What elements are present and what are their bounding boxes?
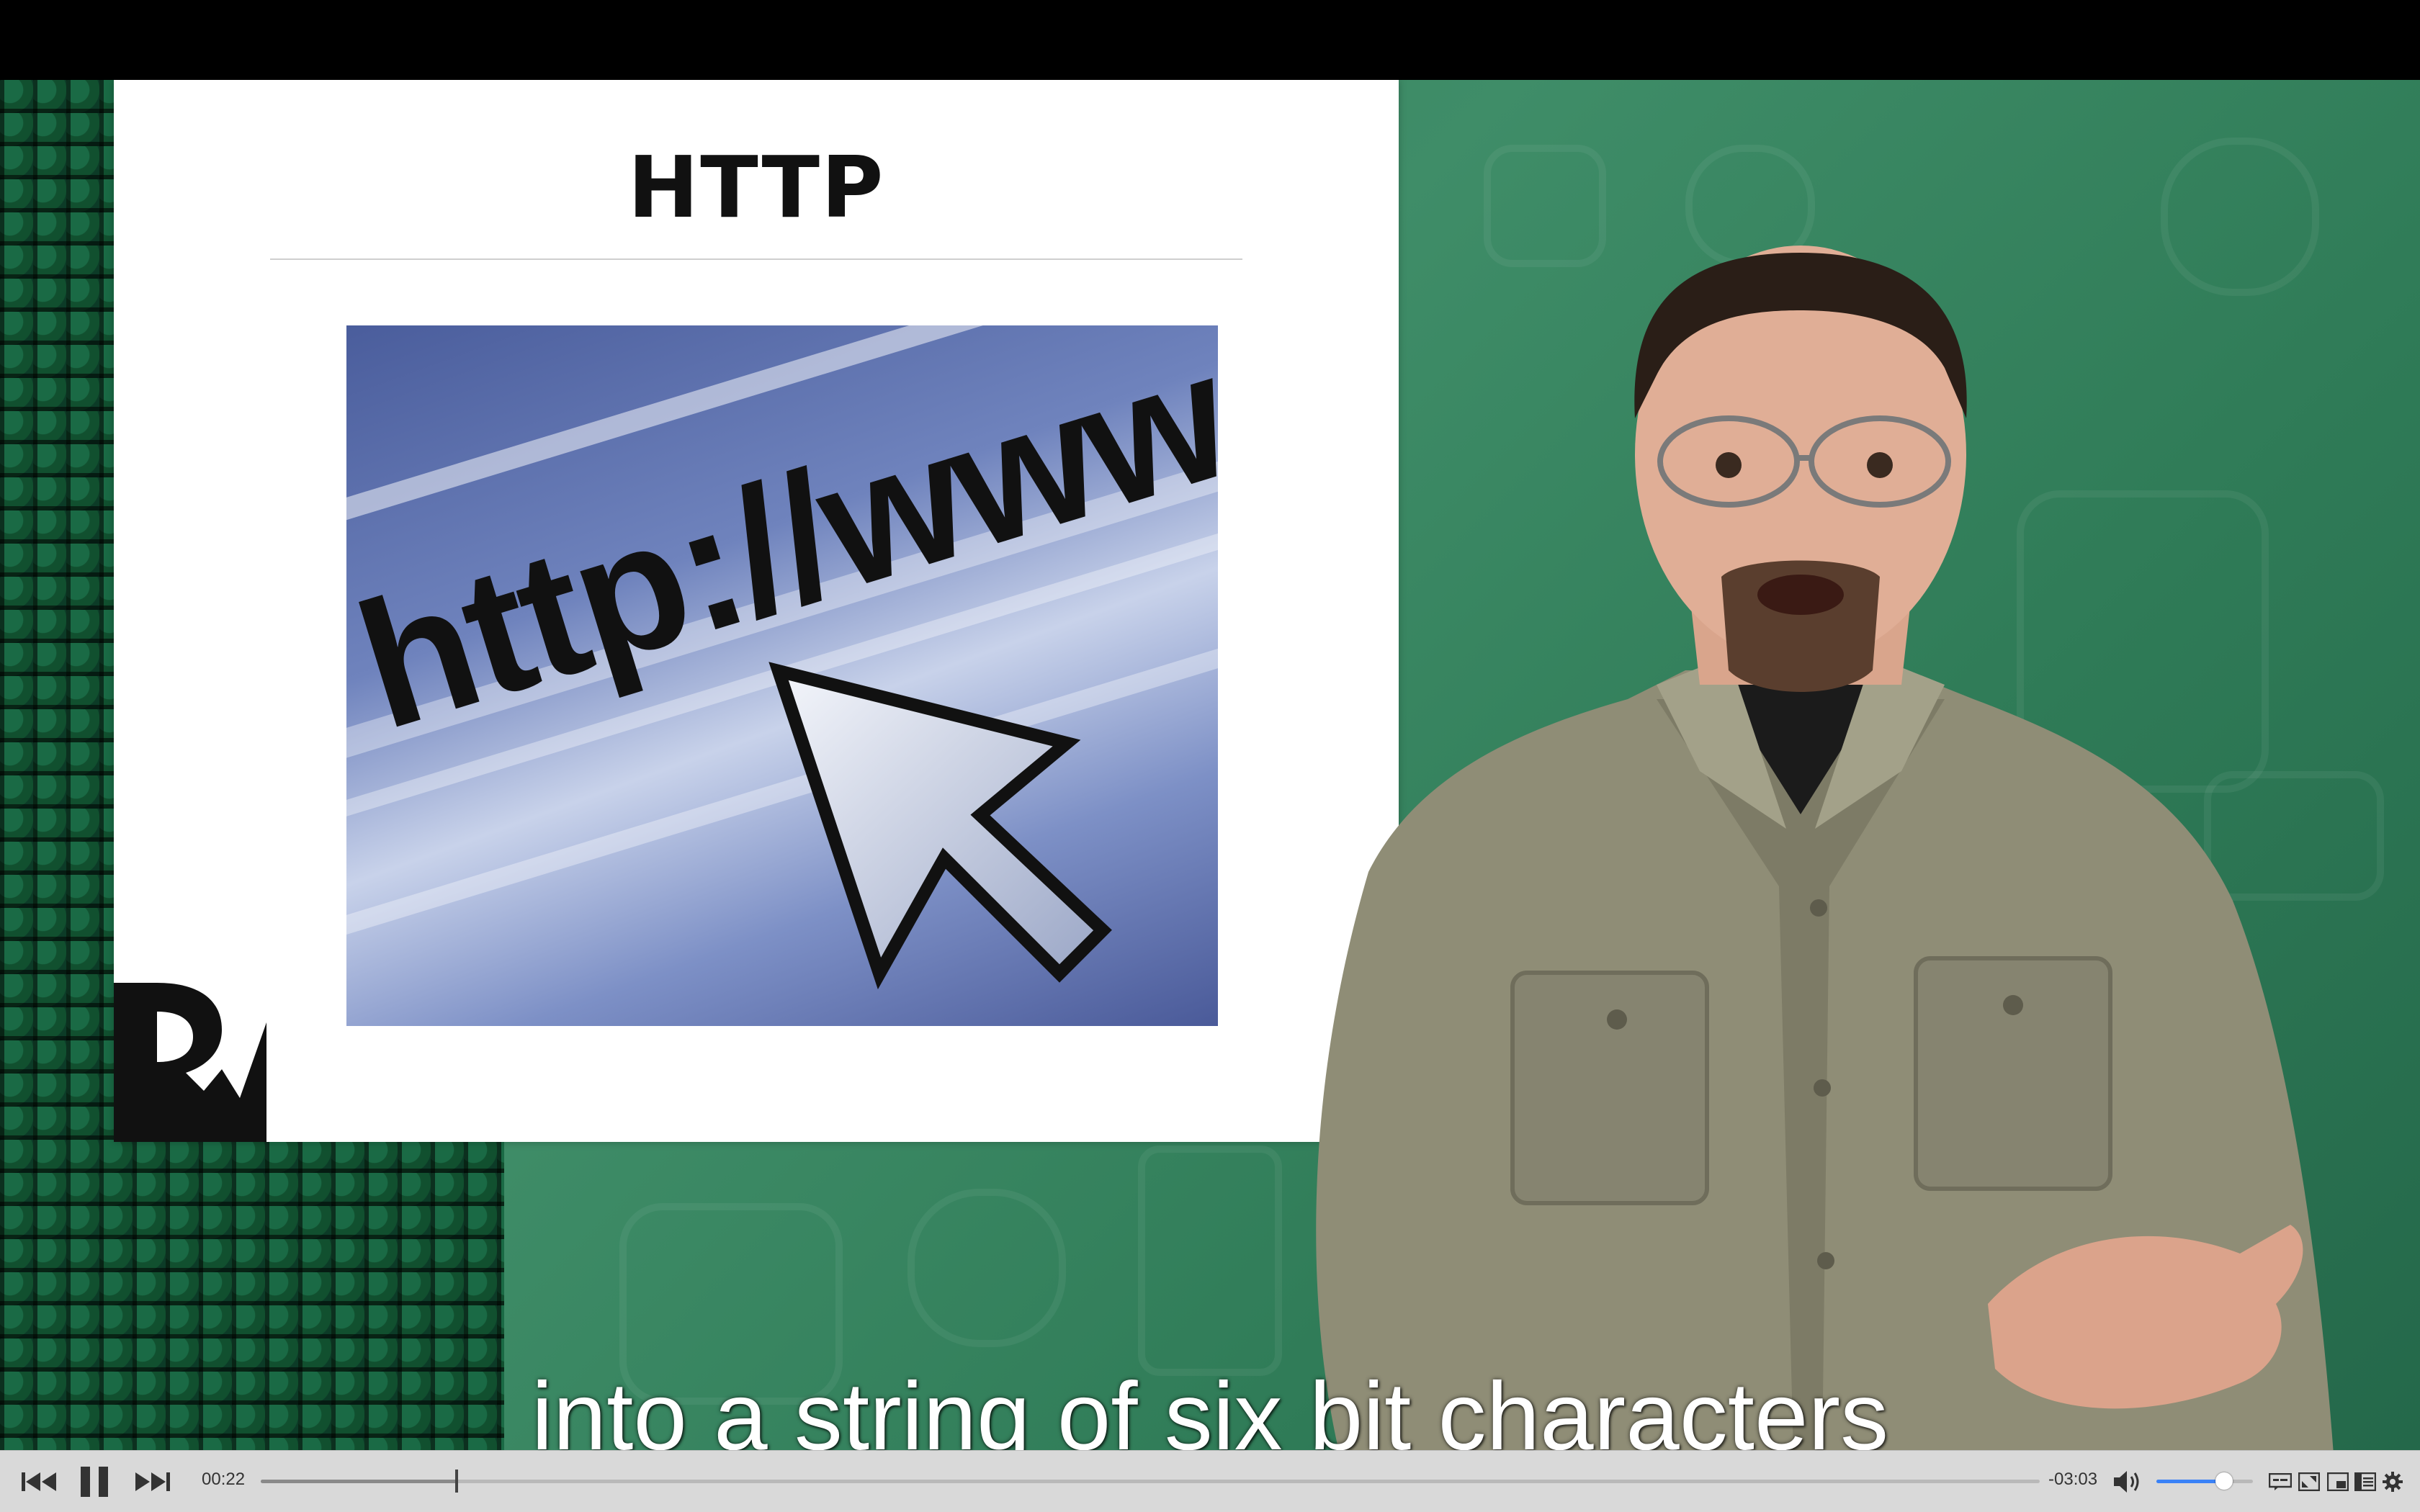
elapsed-time: 00:22 <box>202 1470 246 1489</box>
progress-fill <box>261 1480 457 1483</box>
picture-in-picture-button[interactable] <box>2325 1464 2351 1500</box>
mouse-cursor-icon <box>768 662 1112 990</box>
player-control-bar: 00:22 -03:03 <box>0 1450 2420 1512</box>
presentation-slide: HTTP http://www <box>114 80 1399 1142</box>
fullscreen-icon <box>2298 1472 2320 1491</box>
progress-scrubber[interactable] <box>261 1470 2040 1493</box>
next-track-icon <box>135 1472 170 1491</box>
slide-divider <box>270 258 1242 260</box>
picture-in-picture-icon <box>2327 1472 2349 1491</box>
volume-slider[interactable] <box>2156 1472 2253 1490</box>
presenter <box>1316 246 2334 1454</box>
previous-track-button[interactable] <box>19 1464 59 1500</box>
settings-button[interactable] <box>2380 1464 2406 1500</box>
gear-icon <box>2383 1472 2403 1492</box>
slide-image: http://www <box>346 325 1218 1026</box>
watermark-icon <box>908 1189 1066 1347</box>
chapters-icon <box>2354 1472 2376 1491</box>
letterbox-top <box>0 0 2420 80</box>
speaker-icon <box>2114 1471 2139 1493</box>
fullscreen-button[interactable] <box>2296 1464 2322 1500</box>
volume-handle[interactable] <box>2215 1472 2233 1490</box>
volume-button[interactable] <box>2110 1464 2146 1500</box>
pause-icon <box>81 1467 108 1497</box>
pause-button[interactable] <box>76 1464 112 1500</box>
subtitle-caption: into a string of six bit characters <box>531 1363 1889 1454</box>
remaining-time: -03:03 <box>2048 1470 2098 1489</box>
previous-track-icon <box>22 1472 56 1491</box>
slide-title: HTTP <box>627 138 885 237</box>
progress-handle[interactable] <box>454 1470 458 1493</box>
volume-fill <box>2156 1480 2224 1483</box>
captions-icon <box>2269 1473 2292 1490</box>
captions-button[interactable] <box>2267 1464 2293 1500</box>
chapters-button[interactable] <box>2352 1464 2378 1500</box>
rw-logo-icon <box>114 983 266 1142</box>
next-track-button[interactable] <box>133 1464 173 1500</box>
video-frame[interactable]: HTTP http://www into a string of six bit… <box>0 80 2420 1454</box>
video-player: HTTP http://www into a string of six bit… <box>0 0 2420 1512</box>
